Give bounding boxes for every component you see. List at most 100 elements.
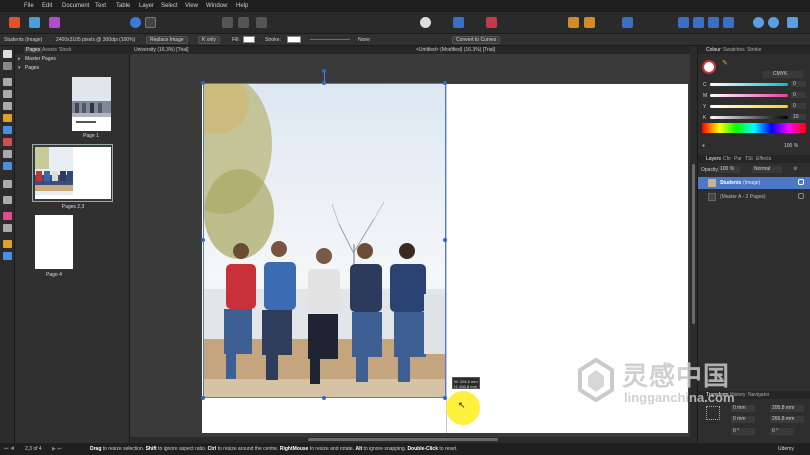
stroke-swatch[interactable]: [287, 36, 301, 43]
menu-document[interactable]: Document: [62, 3, 89, 9]
color-mode-button[interactable]: K only: [198, 36, 220, 44]
snap-icon[interactable]: [568, 17, 579, 28]
transform-h-field[interactable]: 266,8 mm: [770, 416, 804, 423]
menu-layer[interactable]: Layer: [139, 3, 154, 9]
resize-handle-bottom[interactable]: [322, 396, 326, 400]
view-toggle-icon[interactable]: [420, 17, 431, 28]
layer-settings-icon[interactable]: ⚙: [793, 166, 797, 172]
resize-handle-bottom-left[interactable]: [201, 396, 205, 400]
vertical-scroll-thumb[interactable]: [692, 164, 695, 324]
move-tool-icon[interactable]: [3, 50, 12, 58]
distribute-icon[interactable]: [723, 17, 734, 28]
pin-icon[interactable]: [486, 17, 497, 28]
table-tool-icon[interactable]: [3, 90, 12, 98]
publisher-persona-icon[interactable]: [9, 17, 20, 28]
layer-opacity-field[interactable]: 100 %: [718, 166, 740, 173]
tab-stock[interactable]: Stock: [59, 47, 72, 53]
fill-swatch[interactable]: [243, 36, 255, 43]
cyan-value[interactable]: 0: [791, 81, 806, 87]
color-picker-icon[interactable]: [3, 212, 12, 220]
blend-mode-dropdown[interactable]: Normal: [752, 166, 782, 173]
replace-image-button[interactable]: Replace Image: [146, 36, 188, 44]
transparency-tool-icon[interactable]: [3, 138, 12, 146]
menu-file[interactable]: File: [24, 3, 34, 9]
eyedropper-icon[interactable]: ✎: [722, 59, 728, 67]
pages-header[interactable]: Pages: [25, 65, 39, 71]
colour-opacity-value[interactable]: 100 %: [784, 143, 798, 149]
resize-handle-top-left[interactable]: [201, 81, 205, 85]
tab-university-document[interactable]: University (16.3%) [Trial]: [134, 47, 189, 53]
transform-w-field[interactable]: 205,8 mm: [770, 405, 804, 412]
pages-2-3-thumbnail[interactable]: [32, 144, 113, 202]
key-value[interactable]: 10: [791, 114, 806, 120]
tab-paragraph[interactable]: Par: [734, 156, 742, 162]
menu-view[interactable]: View: [185, 3, 198, 9]
fill-tool-icon[interactable]: [3, 126, 12, 134]
tab-swatches[interactable]: Swatches: [723, 47, 745, 53]
page-4-thumbnail[interactable]: [35, 215, 73, 269]
boolean-subtract-icon[interactable]: [768, 17, 779, 28]
boolean-intersect-icon[interactable]: [787, 17, 798, 28]
align-right-icon[interactable]: [708, 17, 719, 28]
menu-table[interactable]: Table: [116, 3, 130, 9]
align-left-icon[interactable]: [678, 17, 689, 28]
magenta-slider[interactable]: [710, 94, 788, 97]
frame-icon[interactable]: [256, 17, 267, 28]
text-wrap-icon[interactable]: [584, 17, 595, 28]
arrange-icon[interactable]: [622, 17, 633, 28]
tab-pages[interactable]: Pages: [24, 47, 43, 53]
share-icon[interactable]: [130, 17, 141, 28]
place-tool-icon[interactable]: [3, 196, 12, 204]
resize-handle-left[interactable]: [201, 238, 205, 242]
resize-handle-right[interactable]: [443, 238, 447, 242]
stroke-style-label[interactable]: None: [358, 37, 370, 43]
selection-bounding-box[interactable]: [203, 83, 446, 398]
page-1-thumbnail[interactable]: [72, 77, 111, 131]
resize-handle-bottom-right[interactable]: [443, 396, 447, 400]
tab-character[interactable]: Chr: [723, 156, 731, 162]
photo-persona-icon[interactable]: [29, 17, 40, 28]
cyan-slider[interactable]: [710, 83, 788, 86]
tab-untitled-document[interactable]: <Untitled> (Modified) (16.3%) [Trial]: [416, 47, 495, 53]
spread-icon[interactable]: [453, 17, 464, 28]
magenta-value[interactable]: 0: [791, 92, 806, 98]
menu-select[interactable]: Select: [161, 3, 178, 9]
menu-text[interactable]: Text: [95, 3, 106, 9]
resize-handle-top-right[interactable]: [443, 81, 447, 85]
transform-rotation-field[interactable]: 0 °: [731, 428, 755, 435]
vector-brush-icon[interactable]: [3, 224, 12, 232]
preview-mode-icon[interactable]: [238, 17, 249, 28]
node-tool-icon[interactable]: [3, 62, 12, 70]
crop-tool-icon[interactable]: [3, 180, 12, 188]
fill-stroke-swatch[interactable]: [702, 60, 716, 74]
tab-effects[interactable]: Effects: [756, 156, 771, 162]
zoom-tool-icon[interactable]: [3, 252, 12, 260]
tab-assets[interactable]: Assets: [42, 47, 57, 53]
tab-text-styles[interactable]: TSt: [745, 156, 753, 162]
pen-tool-icon[interactable]: [3, 114, 12, 122]
horizontal-scroll-thumb[interactable]: [308, 438, 498, 441]
boolean-add-icon[interactable]: [753, 17, 764, 28]
designer-persona-icon[interactable]: [49, 17, 60, 28]
chevron-down-icon[interactable]: ▾: [18, 65, 21, 71]
picture-frame-tool-icon[interactable]: [3, 150, 12, 158]
page-indicator[interactable]: 2,3 of 4: [25, 446, 42, 452]
tab-layers[interactable]: Layers: [706, 156, 721, 162]
transform-shear-field[interactable]: 0 °: [770, 428, 794, 435]
next-page-icon[interactable]: ▶ ⏭: [52, 446, 62, 452]
key-slider[interactable]: [710, 116, 788, 119]
convert-to-curves-button[interactable]: Convert to Curves: [452, 36, 501, 44]
align-center-icon[interactable]: [693, 17, 704, 28]
yellow-value[interactable]: 0: [791, 103, 806, 109]
color-spectrum[interactable]: [702, 123, 806, 133]
view-mode-icon[interactable]: [222, 17, 233, 28]
artistic-text-tool-icon[interactable]: [3, 102, 12, 110]
menu-help[interactable]: Help: [236, 3, 248, 9]
menu-edit[interactable]: Edit: [42, 3, 52, 9]
tab-stroke[interactable]: Stroke: [747, 47, 761, 53]
tab-colour[interactable]: Colour: [706, 47, 721, 53]
color-model-dropdown[interactable]: CMYK: [763, 71, 803, 78]
visibility-checkbox[interactable]: [798, 179, 804, 185]
hand-tool-icon[interactable]: [3, 240, 12, 248]
transform-y-field[interactable]: 0 mm: [731, 416, 755, 423]
